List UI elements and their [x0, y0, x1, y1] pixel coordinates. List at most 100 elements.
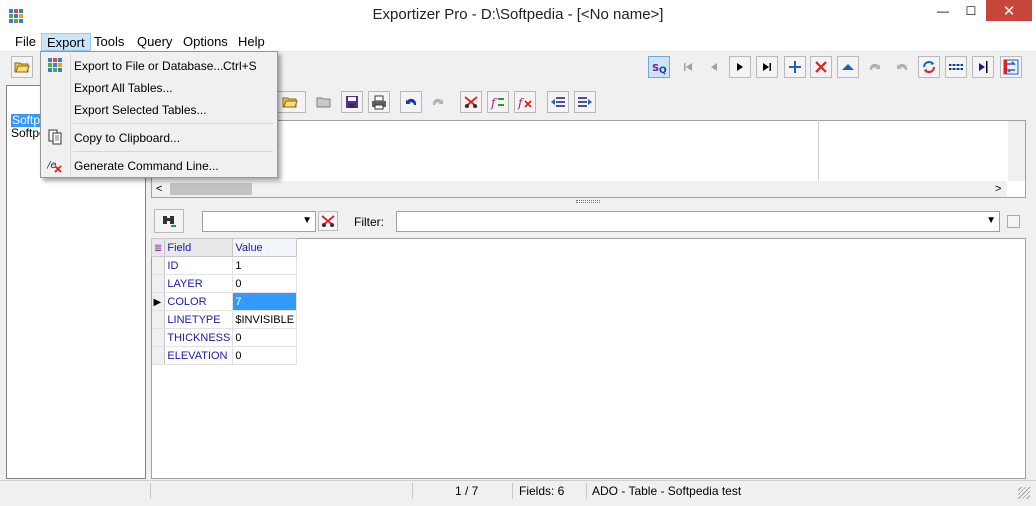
exchange-button[interactable] [1000, 56, 1022, 78]
find-button[interactable] [154, 209, 184, 233]
table-row[interactable]: ▶ COLOR 7 [151, 292, 298, 311]
menu-query[interactable]: Query [132, 33, 177, 51]
close-button[interactable]: ✕ [986, 0, 1032, 21]
menu-item-shortcut: Ctrl+S [223, 59, 257, 73]
grid-corner[interactable]: ≣ [150, 238, 166, 257]
scroll-right-icon[interactable]: > [995, 183, 1001, 195]
table-row[interactable]: LINETYPE $INVISIBLE [151, 310, 298, 329]
current-row-indicator: ▶ [151, 292, 166, 311]
cancel-button[interactable] [891, 56, 913, 78]
field-cell[interactable]: ID [164, 256, 234, 275]
menu-item-label: Export All Tables... [74, 81, 173, 95]
field-cell[interactable]: THICKNESS [164, 328, 234, 347]
field-cell[interactable]: COLOR [164, 292, 234, 311]
print-button[interactable] [368, 91, 390, 113]
indent-left-button[interactable] [547, 91, 569, 113]
save-query-button[interactable] [341, 91, 363, 113]
menu-item-export-all-tables[interactable]: Export All Tables... [43, 76, 275, 98]
grid-icon [949, 64, 963, 70]
svg-text:f: f [517, 96, 525, 110]
record-position: 1 / 7 [455, 484, 479, 498]
menu-item-copy-to-clipboard[interactable]: Copy to Clipboard... [43, 126, 275, 148]
field-cell[interactable]: ELEVATION [164, 346, 234, 365]
menu-tools[interactable]: Tools [89, 33, 129, 51]
menu-help[interactable]: Help [233, 33, 270, 51]
field-cell[interactable]: LINETYPE [164, 310, 234, 329]
open-recent-button[interactable] [313, 91, 335, 113]
row-indicator [151, 346, 166, 365]
open-query-button[interactable] [274, 91, 306, 113]
value-cell[interactable]: 0 [232, 328, 298, 347]
redo-button[interactable] [427, 91, 449, 113]
sql-button[interactable]: SQ [648, 56, 670, 78]
post-button[interactable] [864, 56, 886, 78]
menu-export[interactable]: Export [41, 33, 91, 51]
delete-record-button[interactable] [810, 56, 832, 78]
refresh-icon [923, 61, 935, 73]
cut-button[interactable] [460, 91, 482, 113]
filter-checkbox[interactable] [1007, 215, 1020, 228]
table-row[interactable]: LAYER 0 [151, 274, 298, 293]
splitter-grip[interactable] [576, 200, 600, 203]
collapse-panel-button[interactable] [972, 56, 994, 78]
column-header-value[interactable]: Value [232, 238, 298, 257]
menu-item-export-to-file[interactable]: Export to File or Database... Ctrl+S [43, 54, 275, 76]
editor-vertical-scrollbar[interactable] [1008, 121, 1025, 181]
remove-function-button[interactable]: f [514, 91, 536, 113]
value-cell-selected[interactable]: 7 [232, 292, 298, 311]
table-row[interactable]: THICKNESS 0 [151, 328, 298, 347]
menu-separator [73, 123, 273, 124]
editor-horizontal-scrollbar[interactable] [152, 181, 1007, 197]
cut-icon [464, 96, 478, 108]
scrollbar-thumb[interactable] [170, 183, 252, 195]
status-separator [586, 483, 587, 499]
table-row[interactable]: ELEVATION 0 [151, 346, 298, 365]
insert-record-button[interactable] [784, 56, 806, 78]
printer-icon [372, 95, 386, 110]
clipboard-icon [47, 129, 63, 145]
status-separator [150, 483, 151, 499]
table-row[interactable]: ID 1 [151, 256, 298, 275]
open-button[interactable] [11, 56, 33, 78]
next-icon [737, 63, 743, 71]
folder-gray-icon [316, 97, 331, 108]
redo-arrow-icon [432, 98, 443, 105]
minimize-button[interactable]: — [928, 0, 958, 22]
prev-record-button[interactable] [703, 56, 725, 78]
prev-icon [711, 63, 717, 71]
title-bar: Exportizer Pro - D:\Softpedia - [<No nam… [0, 0, 1036, 32]
field-cell[interactable]: LAYER [164, 274, 234, 293]
menu-item-label: Export to File or Database... [74, 59, 224, 73]
value-cell[interactable]: $INVISIBLE [232, 310, 298, 329]
last-icon [763, 63, 771, 71]
value-cell[interactable]: 0 [232, 346, 298, 365]
menu-item-export-selected-tables[interactable]: Export Selected Tables... [43, 98, 275, 120]
export-grid-icon [47, 57, 63, 73]
filter-input[interactable]: ▼ [396, 211, 1000, 232]
value-cell[interactable]: 1 [232, 256, 298, 275]
value-cell[interactable]: 0 [232, 274, 298, 293]
clear-filter-button[interactable] [318, 211, 338, 231]
menu-separator [73, 151, 273, 152]
status-separator [412, 483, 413, 499]
scroll-left-icon[interactable]: < [156, 183, 162, 195]
replace-icon: f [490, 96, 504, 110]
field-combo[interactable]: ▼ [202, 211, 316, 232]
refresh-button[interactable] [918, 56, 940, 78]
menu-item-generate-command-line[interactable]: /e Generate Command Line... [43, 154, 275, 176]
editor-divider [818, 120, 819, 182]
chevron-down-icon: ▼ [302, 215, 312, 226]
replace-button[interactable]: f [487, 91, 509, 113]
menu-options[interactable]: Options [178, 33, 233, 51]
edit-record-button[interactable] [837, 56, 859, 78]
next-record-button[interactable] [729, 56, 751, 78]
undo-button[interactable] [400, 91, 422, 113]
resize-grip[interactable] [1018, 487, 1030, 499]
first-record-button[interactable] [677, 56, 699, 78]
maximize-button[interactable]: ☐ [958, 0, 984, 22]
grid-view-button[interactable] [945, 56, 967, 78]
column-header-field[interactable]: Field [164, 238, 234, 257]
menu-file[interactable]: File [10, 33, 41, 51]
indent-right-button[interactable] [574, 91, 596, 113]
last-record-button[interactable] [756, 56, 778, 78]
